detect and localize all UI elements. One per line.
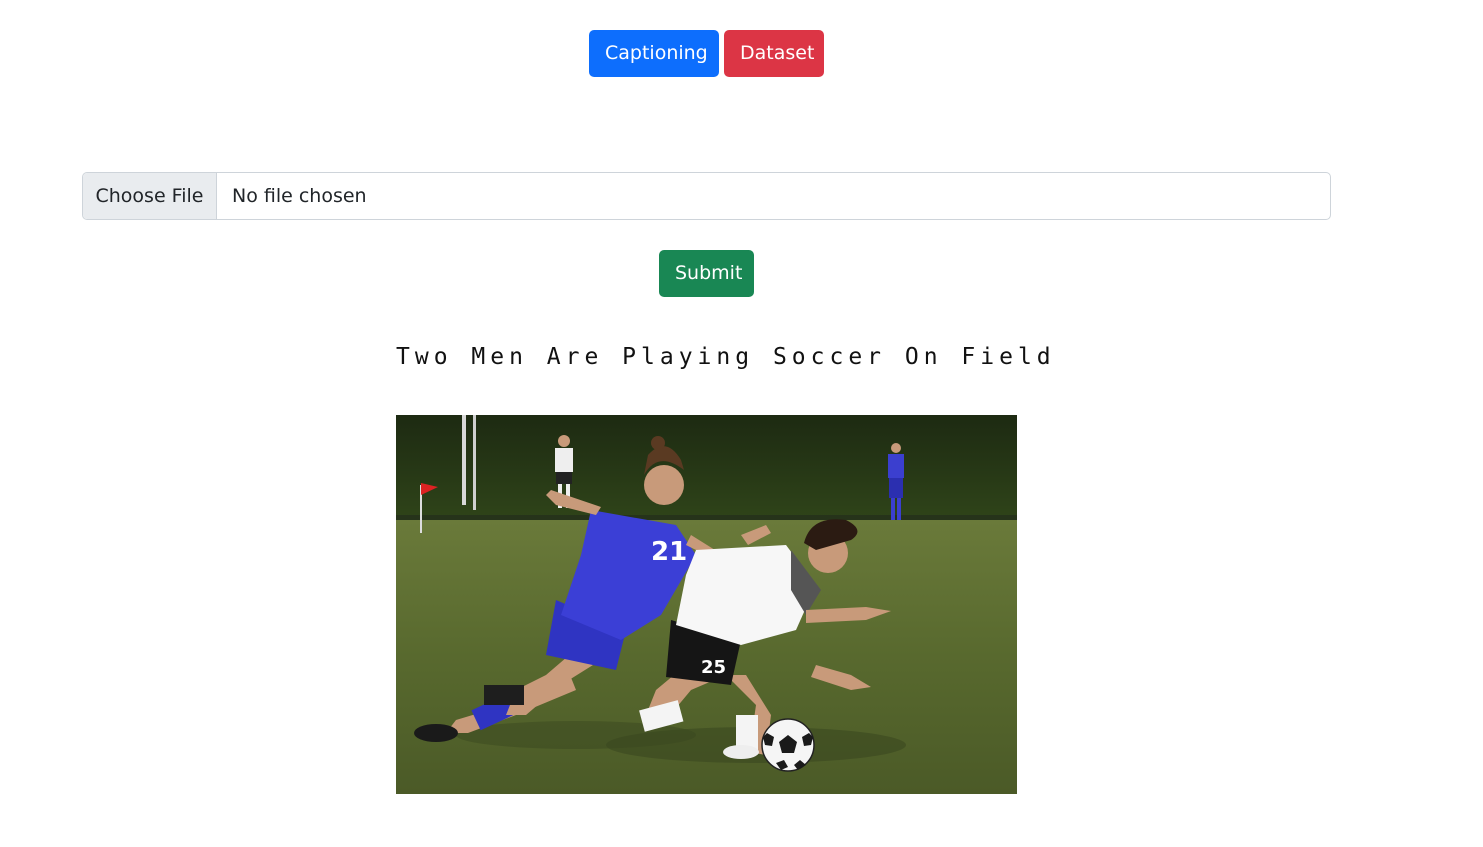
file-status-text: No file chosen [232, 185, 367, 207]
uploaded-photo: 21 25 [396, 415, 1017, 794]
file-input[interactable]: Choose File No file chosen [82, 172, 1331, 220]
top-nav: Captioning Dataset [589, 30, 824, 77]
jersey-number-white: 25 [701, 657, 726, 678]
soccer-ball [761, 718, 815, 772]
captioning-button[interactable]: Captioning [589, 30, 719, 77]
dataset-button[interactable]: Dataset [724, 30, 824, 77]
jersey-number-blue: 21 [651, 537, 687, 567]
choose-file-button[interactable]: Choose File [83, 173, 217, 219]
captioning-page: Captioning Dataset Choose File No file c… [0, 0, 1483, 847]
generated-caption: Two Men Are Playing Soccer On Field [396, 344, 1056, 370]
submit-button[interactable]: Submit [659, 250, 754, 297]
